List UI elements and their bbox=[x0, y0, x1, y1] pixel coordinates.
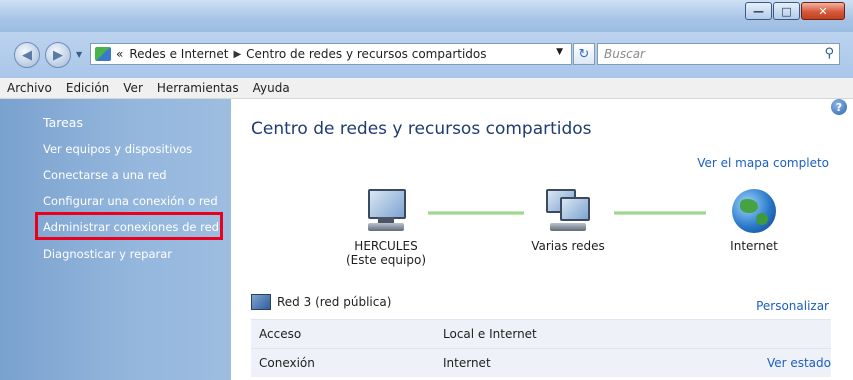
property-label: Acceso bbox=[259, 327, 302, 341]
menu-edicion[interactable]: Edición bbox=[66, 81, 109, 95]
address-overflow[interactable]: « bbox=[116, 47, 123, 61]
sidebar-link-configurar[interactable]: Configurar una conexión o red bbox=[43, 194, 218, 208]
sidebar-link-ver-equipos[interactable]: Ver equipos y dispositivos bbox=[43, 142, 192, 156]
sidebar-title: Tareas bbox=[43, 115, 83, 130]
sidebar-link-diagnosticar[interactable]: Diagnosticar y reparar bbox=[43, 247, 172, 261]
menu-ver[interactable]: Ver bbox=[123, 81, 143, 95]
network-icon bbox=[251, 294, 271, 310]
property-value: Internet bbox=[443, 356, 491, 370]
main-content: ? Centro de redes y recursos compartidos… bbox=[231, 99, 853, 380]
sidebar-link-conectarse[interactable]: Conectarse a una red bbox=[43, 168, 167, 182]
property-row: Acceso Local e Internet bbox=[251, 319, 831, 348]
network-name-label: Red 3 (red pública) bbox=[277, 295, 392, 309]
breadcrumb-separator-icon[interactable]: ▶ bbox=[233, 49, 241, 60]
address-bar-row: ◀ ▶ ▼ « Redes e Internet ▶ Centro de red… bbox=[0, 32, 853, 78]
help-icon[interactable]: ? bbox=[831, 99, 847, 115]
menu-herramientas[interactable]: Herramientas bbox=[157, 81, 239, 95]
maximize-button[interactable]: □ bbox=[773, 2, 800, 20]
back-icon: ◀ bbox=[22, 47, 32, 63]
search-placeholder: Buscar bbox=[604, 47, 645, 61]
property-value: Local e Internet bbox=[443, 327, 537, 341]
address-dropdown-icon[interactable]: ▼ bbox=[556, 47, 563, 57]
view-status-link[interactable]: Ver estado bbox=[767, 356, 831, 370]
task-sidebar: Tareas Ver equipos y dispositivos Conect… bbox=[0, 99, 231, 380]
connector-line bbox=[428, 211, 524, 215]
page-title: Centro de redes y recursos compartidos bbox=[251, 119, 592, 139]
network-center-window: — □ ✕ ◀ ▶ ▼ « Redes e Internet ▶ Centro … bbox=[0, 0, 853, 380]
computer-node[interactable]: HERCULES (Este equipo) bbox=[326, 189, 446, 267]
internet-node[interactable]: Internet bbox=[699, 189, 809, 253]
property-row: Conexión Internet Ver estado bbox=[251, 348, 831, 377]
back-button[interactable]: ◀ bbox=[14, 42, 40, 68]
network-node[interactable]: Varias redes bbox=[513, 189, 623, 253]
internet-globe-icon bbox=[732, 189, 776, 233]
customize-link[interactable]: Personalizar bbox=[756, 299, 829, 313]
menu-ayuda[interactable]: Ayuda bbox=[253, 81, 290, 95]
minimize-button[interactable]: — bbox=[745, 2, 772, 20]
refresh-icon: ↻ bbox=[578, 46, 590, 62]
refresh-button[interactable]: ↻ bbox=[573, 43, 595, 65]
breadcrumb-redes-internet[interactable]: Redes e Internet bbox=[129, 47, 228, 61]
network-folder-icon bbox=[95, 47, 111, 61]
connector-line bbox=[614, 211, 706, 215]
network-name: Varias redes bbox=[531, 239, 605, 253]
search-box[interactable]: Buscar ⚲ bbox=[597, 43, 840, 65]
multiple-networks-icon bbox=[544, 189, 592, 233]
highlight-box bbox=[35, 212, 223, 240]
computer-icon bbox=[362, 189, 410, 233]
menu-archivo[interactable]: Archivo bbox=[7, 81, 52, 95]
caption-buttons: — □ ✕ bbox=[744, 2, 845, 20]
search-icon[interactable]: ⚲ bbox=[824, 46, 834, 61]
breadcrumb-centro-redes[interactable]: Centro de redes y recursos compartidos bbox=[246, 47, 486, 61]
view-full-map-link[interactable]: Ver el mapa completo bbox=[697, 156, 829, 170]
computer-subtitle: (Este equipo) bbox=[346, 253, 426, 267]
network-header: Red 3 (red pública) bbox=[251, 292, 831, 312]
forward-button[interactable]: ▶ bbox=[45, 42, 71, 68]
title-bar: — □ ✕ bbox=[0, 0, 853, 32]
address-box[interactable]: « Redes e Internet ▶ Centro de redes y r… bbox=[90, 43, 572, 65]
close-button[interactable]: ✕ bbox=[801, 2, 845, 20]
property-label: Conexión bbox=[259, 356, 315, 370]
history-dropdown-icon[interactable]: ▼ bbox=[76, 50, 82, 59]
network-properties: Acceso Local e Internet Conexión Interne… bbox=[251, 319, 831, 377]
forward-icon: ▶ bbox=[53, 47, 63, 63]
computer-name: HERCULES bbox=[354, 239, 418, 253]
menu-bar: Archivo Edición Ver Herramientas Ayuda bbox=[0, 78, 853, 99]
internet-name: Internet bbox=[730, 239, 778, 253]
